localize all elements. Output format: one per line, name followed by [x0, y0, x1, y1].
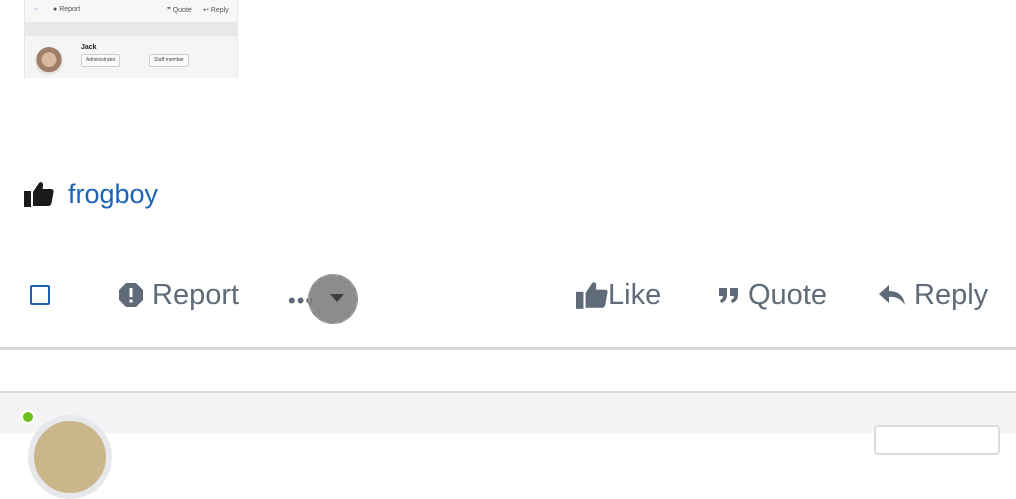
thumbnail-checkbox-icon: ▫	[35, 6, 38, 13]
quote-icon	[718, 284, 748, 306]
caret-down-icon	[330, 294, 344, 302]
like-label: Like	[608, 278, 662, 311]
next-post-avatar[interactable]	[28, 415, 112, 499]
reply-icon	[878, 283, 914, 307]
thumbnail-quote: ❞ Quote	[167, 7, 192, 14]
quote-button[interactable]: Quote	[718, 275, 827, 315]
attached-screenshot-thumbnail[interactable]: ▫ ● Report ❞ Quote ↩ Reply Jack Administ…	[24, 0, 238, 78]
thumbnail-report: ● Report	[53, 6, 81, 13]
select-post-checkbox[interactable]	[30, 285, 50, 305]
post-bottom-border	[0, 347, 1016, 350]
thumbs-up-icon	[576, 281, 608, 309]
thumbnail-avatar	[35, 47, 63, 75]
thumbnail-badge-staff: Staff member	[149, 54, 189, 67]
reaction-summary: frogboy	[24, 174, 158, 214]
thumbs-up-icon	[24, 181, 54, 207]
thumbnail-action-bar: ▫ ● Report ❞ Quote ↩ Reply	[25, 0, 237, 22]
post-action-bar: Report ••• Like Quote Reply	[0, 270, 1016, 324]
thumbnail-username: Jack	[81, 44, 97, 51]
more-options-menu-button[interactable]: •••	[288, 274, 360, 324]
reply-label: Reply	[914, 278, 989, 311]
report-label: Report	[152, 278, 240, 311]
next-post-control-button[interactable]	[874, 425, 1000, 455]
online-status-indicator	[21, 410, 35, 424]
thumbnail-badge-admin: Administrator	[81, 54, 121, 67]
thumbnail-reply: ↩ Reply	[203, 7, 229, 14]
report-button[interactable]: Report	[118, 275, 239, 315]
report-icon	[118, 282, 152, 308]
reply-button[interactable]: Reply	[878, 275, 988, 315]
like-button[interactable]: Like	[576, 275, 661, 315]
quote-label: Quote	[748, 278, 827, 311]
reaction-user-link[interactable]: frogboy	[68, 179, 158, 210]
thumbnail-quote-label: Quote	[172, 7, 192, 14]
next-post-header	[0, 391, 1016, 499]
thumbnail-reply-label: Reply	[210, 7, 229, 14]
thumbnail-post-header: Jack Administrator Staff member	[25, 36, 237, 78]
thumbnail-report-label: Report	[59, 6, 81, 13]
thumbnail-separator	[25, 22, 237, 36]
